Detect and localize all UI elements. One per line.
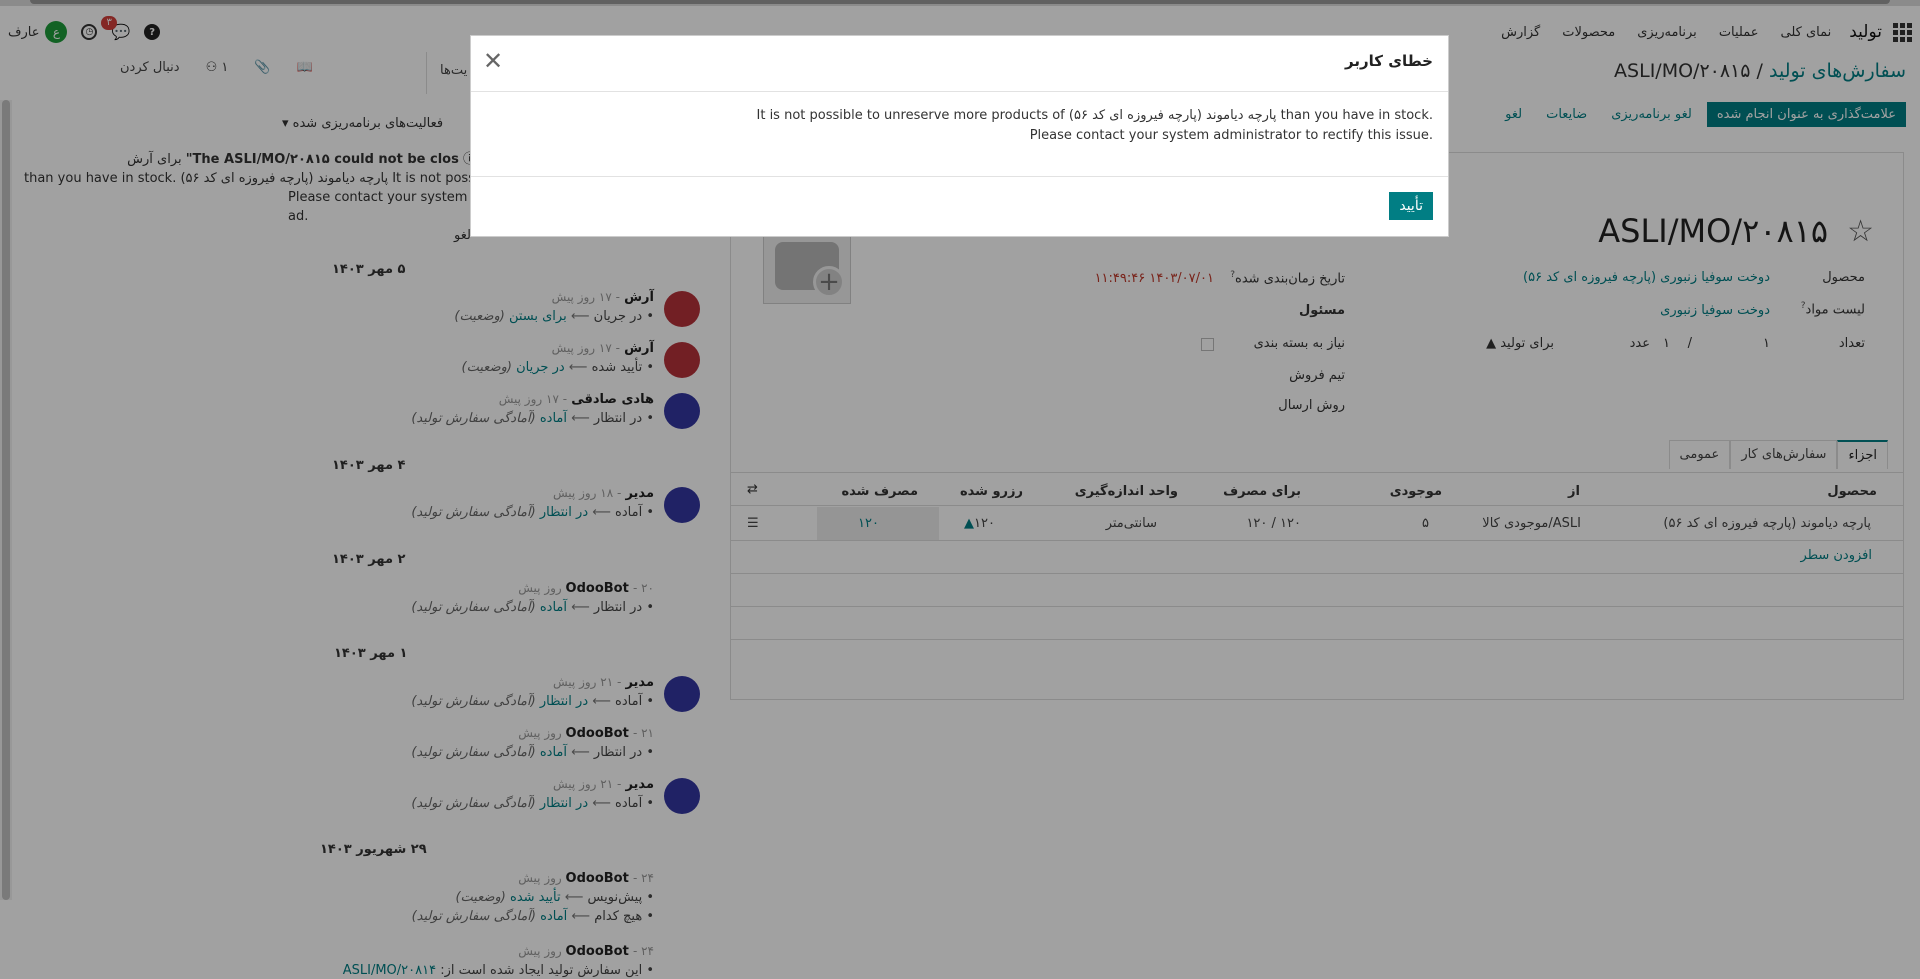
ok-button[interactable]: تأیید bbox=[1389, 192, 1433, 220]
dialog-title: خطای کاربر bbox=[1345, 52, 1433, 70]
dialog-body: It is not possible to unreserve more pro… bbox=[471, 92, 1448, 177]
close-icon[interactable]: ✕ bbox=[483, 49, 503, 73]
dialog-header: خطای کاربر ✕ bbox=[471, 36, 1448, 92]
error-dialog: خطای کاربر ✕ It is not possible to unres… bbox=[470, 35, 1449, 237]
dialog-message-line2: Please contact your system administrator… bbox=[1029, 128, 1433, 143]
dialog-footer: تأیید bbox=[471, 177, 1448, 236]
dialog-message-line1: It is not possible to unreserve more pro… bbox=[756, 108, 1434, 123]
